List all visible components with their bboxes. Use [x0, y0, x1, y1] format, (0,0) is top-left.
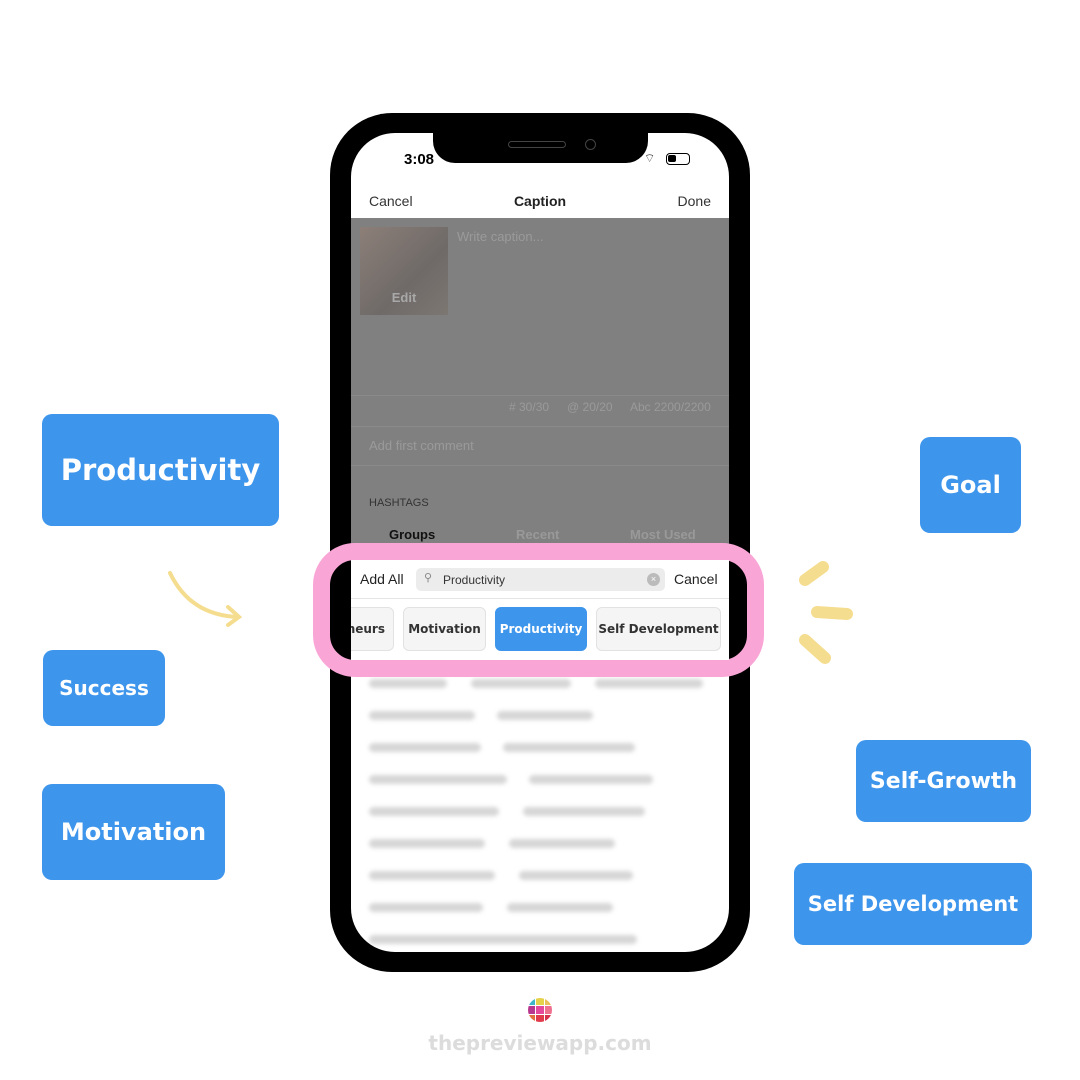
hashtag-counter: # 30/30	[509, 400, 550, 414]
tab-most-used[interactable]: Most Used	[630, 527, 696, 542]
tab-recent[interactable]: Recent	[516, 527, 559, 542]
label-success: Success	[43, 650, 165, 726]
clear-icon[interactable]: ×	[647, 573, 660, 586]
label-goal: Goal	[920, 437, 1021, 533]
hashtag-group-chip-selected[interactable]: Productivity	[495, 607, 587, 651]
hashtag-group-chip[interactable]: Self Development	[596, 607, 721, 651]
add-all-button[interactable]: Add All	[360, 571, 404, 587]
status-time: 3:08	[404, 151, 435, 168]
arrow-icon	[168, 571, 243, 627]
label-self-development: Self Development	[794, 863, 1032, 945]
footer-site: thepreviewapp.com	[428, 1031, 652, 1055]
char-counter: Abc 2200/2200	[630, 400, 711, 414]
edit-label: Edit	[391, 290, 417, 305]
app-logo-icon	[528, 998, 552, 1022]
search-cancel-button[interactable]: Cancel	[674, 571, 718, 587]
dimmed-caption-area: Edit Write caption... # 30/30 @ 20/20 Ab…	[351, 218, 729, 548]
done-button[interactable]: Done	[678, 193, 711, 209]
hashtag-group-chip[interactable]: neurs	[351, 607, 394, 651]
caption-input[interactable]: Write caption...	[457, 229, 543, 244]
label-productivity: Productivity	[42, 414, 279, 526]
page-title: Caption	[513, 193, 567, 209]
search-input[interactable]: ⚲ Productivity ×	[416, 568, 665, 591]
first-comment-input[interactable]: Add first comment	[369, 438, 474, 453]
battery-icon	[666, 153, 690, 165]
hashtag-group-chip[interactable]: Motivation	[403, 607, 486, 651]
tab-groups[interactable]: Groups	[389, 527, 435, 542]
search-value: Productivity	[443, 573, 506, 587]
post-thumbnail[interactable]: Edit	[360, 227, 448, 315]
search-icon: ⚲	[424, 572, 433, 584]
sparkle-icon	[799, 561, 853, 664]
notch	[433, 133, 648, 163]
wifi-icon: ⌔	[644, 151, 656, 165]
hashtags-header: HASHTAGS	[369, 497, 429, 509]
mention-counter: @ 20/20	[567, 400, 613, 414]
label-motivation: Motivation	[42, 784, 225, 880]
hashtag-search-bar: Add All ⚲ Productivity × Cancel neurs Mo…	[351, 560, 729, 660]
label-self-growth: Self-Growth	[856, 740, 1031, 822]
